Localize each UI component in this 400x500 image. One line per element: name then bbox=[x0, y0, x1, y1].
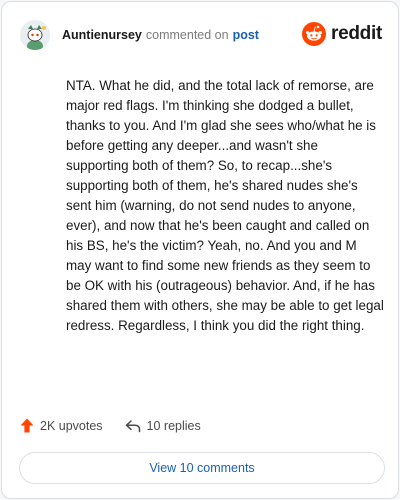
upvote-count: 2K upvotes bbox=[40, 418, 103, 433]
reply-count: 10 replies bbox=[146, 418, 201, 433]
comment-body: NTA. What he did, and the total lack of … bbox=[66, 78, 384, 333]
snoo-avatar-icon bbox=[20, 20, 50, 50]
username-link[interactable]: Auntienursey bbox=[62, 28, 142, 42]
reddit-brand[interactable]: reddit bbox=[302, 22, 382, 46]
view-comments-button[interactable]: View 10 comments bbox=[19, 452, 385, 484]
comment-header: Auntienursey commented on post reddit bbox=[20, 20, 382, 50]
reddit-logo-icon bbox=[302, 22, 327, 46]
upvote-button[interactable]: 2K upvotes bbox=[20, 418, 103, 433]
comment-actions: 2K upvotes 10 replies bbox=[20, 418, 201, 433]
comment-meta: Auntienursey commented on post bbox=[62, 28, 259, 42]
reddit-wordmark: reddit bbox=[331, 23, 382, 44]
post-link[interactable]: post bbox=[233, 28, 259, 42]
upvote-arrow-icon bbox=[20, 418, 34, 433]
reply-arrow-icon bbox=[125, 419, 140, 432]
action-text: commented on bbox=[145, 28, 229, 42]
reply-button[interactable]: 10 replies bbox=[125, 419, 201, 433]
comment-card: Auntienursey commented on post reddit NT… bbox=[1, 1, 399, 499]
user-avatar[interactable] bbox=[20, 20, 50, 50]
